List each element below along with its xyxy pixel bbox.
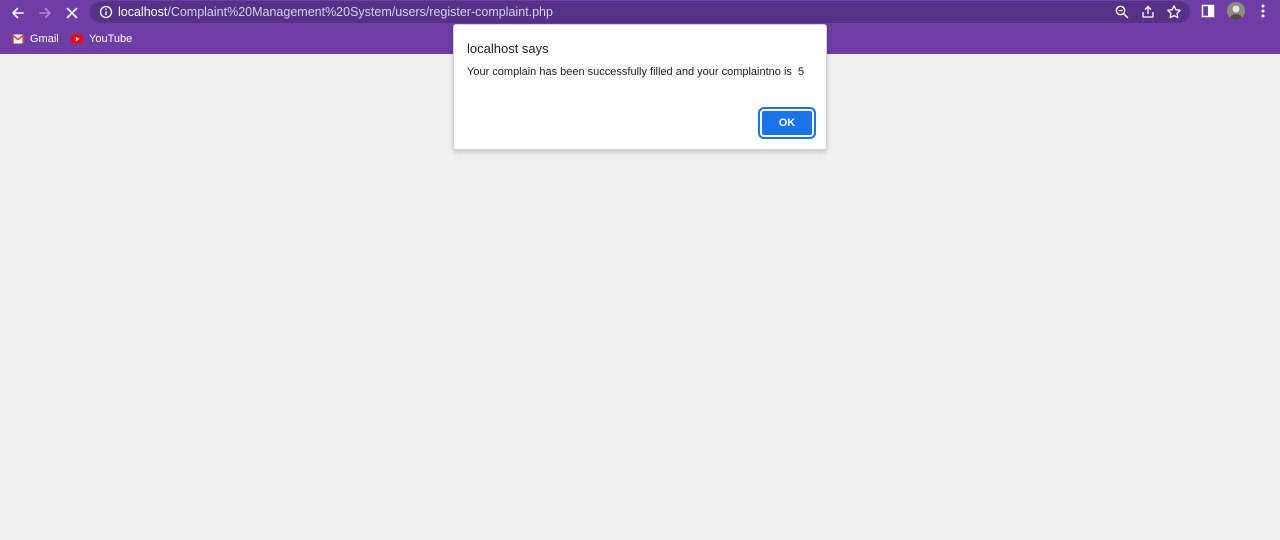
- bookmark-label: YouTube: [89, 33, 133, 45]
- arrow-left-icon: [12, 7, 24, 19]
- url-path: /Complaint%20Management%20System/users/r…: [167, 5, 553, 19]
- bookmark-gmail[interactable]: Gmail: [12, 31, 59, 47]
- dialog-message: Your complain has been successfully fill…: [467, 66, 805, 78]
- forward-button[interactable]: [34, 2, 56, 24]
- avatar-image: [1227, 2, 1245, 20]
- arrow-right-icon: [39, 7, 51, 19]
- ok-button[interactable]: OK: [758, 107, 816, 139]
- share-icon[interactable]: [1140, 4, 1156, 20]
- close-icon: [66, 7, 78, 19]
- bookmark-youtube[interactable]: YouTube: [71, 31, 132, 47]
- more-vertical-icon[interactable]: [1255, 3, 1271, 19]
- side-panel-icon[interactable]: [1200, 3, 1216, 19]
- dialog-title: localhost says: [467, 41, 549, 56]
- stop-loading-button[interactable]: [61, 2, 83, 24]
- star-icon[interactable]: [1166, 4, 1182, 20]
- bookmark-label: Gmail: [30, 33, 59, 45]
- profile-avatar[interactable]: [1227, 2, 1245, 20]
- back-button[interactable]: [7, 2, 29, 24]
- info-icon[interactable]: [99, 5, 113, 19]
- zoom-icon[interactable]: [1114, 4, 1130, 20]
- youtube-icon: [71, 34, 83, 44]
- gmail-icon: [12, 34, 24, 44]
- url-text[interactable]: localhost/Complaint%20Management%20Syste…: [118, 5, 553, 19]
- address-bar[interactable]: localhost/Complaint%20Management%20Syste…: [90, 1, 1190, 23]
- alert-dialog: localhost says Your complain has been su…: [453, 24, 827, 150]
- url-host: localhost: [118, 5, 168, 19]
